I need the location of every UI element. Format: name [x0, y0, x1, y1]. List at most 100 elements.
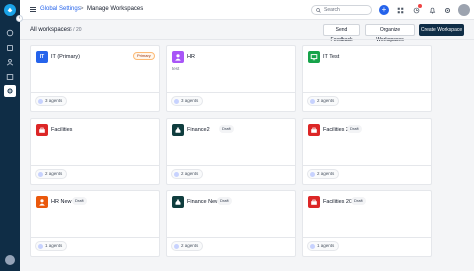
agents-count: 2 agents [317, 171, 335, 176]
agent-icon [310, 243, 315, 249]
workspace-card-hr-new[interactable]: HR New Draft 1 agents [30, 190, 160, 257]
agents-count: 3 agents [181, 98, 199, 103]
primary-tag: Primary [133, 52, 155, 60]
agent-icon [38, 171, 43, 177]
agent-icon [174, 98, 179, 104]
divider [20, 39, 474, 40]
organize-workspaces-button[interactable]: Organize Workspaces [365, 24, 415, 43]
draft-tag: Draft [347, 125, 362, 133]
draft-tag: Draft [217, 197, 232, 205]
sidebar-user-avatar[interactable] [5, 255, 15, 265]
workspace-card-facilities-20[interactable]: Facilities 20 Draft 1 agents [302, 190, 432, 257]
draft-tag: Draft [219, 125, 234, 133]
workspace-card-facilities[interactable]: Facilities 2 agents [30, 118, 160, 185]
agent-icon [310, 98, 315, 104]
bell-icon[interactable] [427, 5, 437, 15]
agents-chip[interactable]: 1 agents [307, 241, 340, 251]
money-bag-icon [172, 196, 184, 208]
agent-icon [174, 243, 179, 249]
card-divider [303, 165, 431, 166]
money-bag-icon [172, 124, 184, 136]
agent-icon [38, 243, 43, 249]
workspace-name: Finance2 [187, 127, 210, 133]
workspace-name: Finance New [187, 199, 220, 205]
workspace-card-hr[interactable]: HR test 3 agents [166, 45, 296, 112]
workspace-name: HR New [51, 199, 72, 205]
card-divider [31, 92, 159, 93]
agents-chip[interactable]: 2 agents [307, 169, 340, 179]
toolbox-icon [36, 124, 48, 136]
card-divider [167, 165, 295, 166]
user-avatar[interactable] [458, 4, 470, 16]
reports-icon[interactable] [4, 71, 16, 83]
notification-badge [418, 4, 422, 8]
settings-gear-icon[interactable] [4, 85, 16, 97]
agents-count: 2 agents [181, 243, 199, 248]
agents-count: 1 agents [45, 243, 63, 248]
search-icon [316, 8, 321, 13]
toolbox-icon [308, 124, 320, 136]
card-divider [303, 92, 431, 93]
card-divider [167, 237, 295, 238]
workspace-name: HR [187, 54, 195, 60]
breadcrumb-separator: > [80, 6, 84, 12]
agents-chip[interactable]: 2 agents [35, 169, 68, 179]
workspace-card-finance2[interactable]: Finance2 Draft 2 agents [166, 118, 296, 185]
agents-chip[interactable]: 2 agents [171, 241, 204, 251]
card-divider [31, 165, 159, 166]
toolbox-icon [308, 196, 320, 208]
agent-icon [38, 98, 43, 104]
agents-count: 1 agents [317, 243, 335, 248]
workspace-name: IT (Primary) [51, 54, 80, 60]
search-placeholder: Search [324, 7, 340, 13]
agents-chip[interactable]: 2 agents [171, 169, 204, 179]
workspace-card-facilities-2[interactable]: Facilities 2 Draft 2 agents [302, 118, 432, 185]
person-icon [36, 196, 48, 208]
agents-count: 2 agents [317, 98, 335, 103]
draft-tag: Draft [351, 197, 366, 205]
person-icon [172, 51, 184, 63]
sidebar-collapse-icon[interactable]: ‹ [16, 15, 23, 22]
card-divider [31, 237, 159, 238]
app-logo-icon[interactable] [4, 4, 16, 16]
agents-count: 2 agents [45, 171, 63, 176]
card-divider [167, 92, 295, 93]
monitor-icon [308, 51, 320, 63]
add-new-button[interactable]: + [379, 5, 389, 15]
agent-icon [174, 171, 179, 177]
send-feedback-button[interactable]: Send Feedback [323, 24, 360, 43]
workspace-name: Facilities 2 [323, 127, 349, 133]
workspace-description: test [172, 66, 180, 71]
it-badge-icon: IT [36, 51, 48, 63]
users-icon[interactable] [4, 56, 16, 68]
create-workspace-button[interactable]: Create Workspace [419, 24, 464, 36]
agent-icon [310, 171, 315, 177]
workspace-card-it-test[interactable]: IT Test 2 agents [302, 45, 432, 112]
menu-icon[interactable] [30, 7, 36, 12]
sidebar [0, 0, 20, 271]
top-header: Global Settings > Manage Workspaces Sear… [20, 0, 474, 20]
agents-chip[interactable]: 2 agents [307, 96, 340, 106]
breadcrumb-global-settings[interactable]: Global Settings [40, 5, 81, 14]
workspace-name: IT Test [323, 54, 340, 60]
updates-icon[interactable] [411, 4, 422, 15]
workspace-card-finance-new[interactable]: Finance New Draft 2 agents [166, 190, 296, 257]
agents-count: 2 agents [181, 171, 199, 176]
breadcrumb-manage-workspaces: Manage Workspaces [87, 6, 144, 12]
apps-icon[interactable] [395, 5, 405, 15]
agents-chip[interactable]: 3 agents [171, 96, 204, 106]
agents-chip[interactable]: 1 agents [35, 241, 68, 251]
agents-count: 3 agents [45, 98, 63, 103]
workspace-count: 6 / 20 [69, 27, 82, 33]
page-title: All workspaces [30, 27, 71, 33]
workspace-name: Facilities 20 [323, 199, 353, 205]
home-icon[interactable] [4, 27, 16, 39]
search-input[interactable]: Search [311, 5, 372, 15]
card-divider [303, 237, 431, 238]
agents-chip[interactable]: 3 agents [35, 96, 68, 106]
gear-icon[interactable] [442, 5, 452, 15]
workspace-card-it-primary[interactable]: IT IT (Primary) Primary 3 agents [30, 45, 160, 112]
draft-tag: Draft [72, 197, 87, 205]
tickets-icon[interactable] [4, 42, 16, 54]
workspace-name: Facilities [51, 127, 73, 133]
